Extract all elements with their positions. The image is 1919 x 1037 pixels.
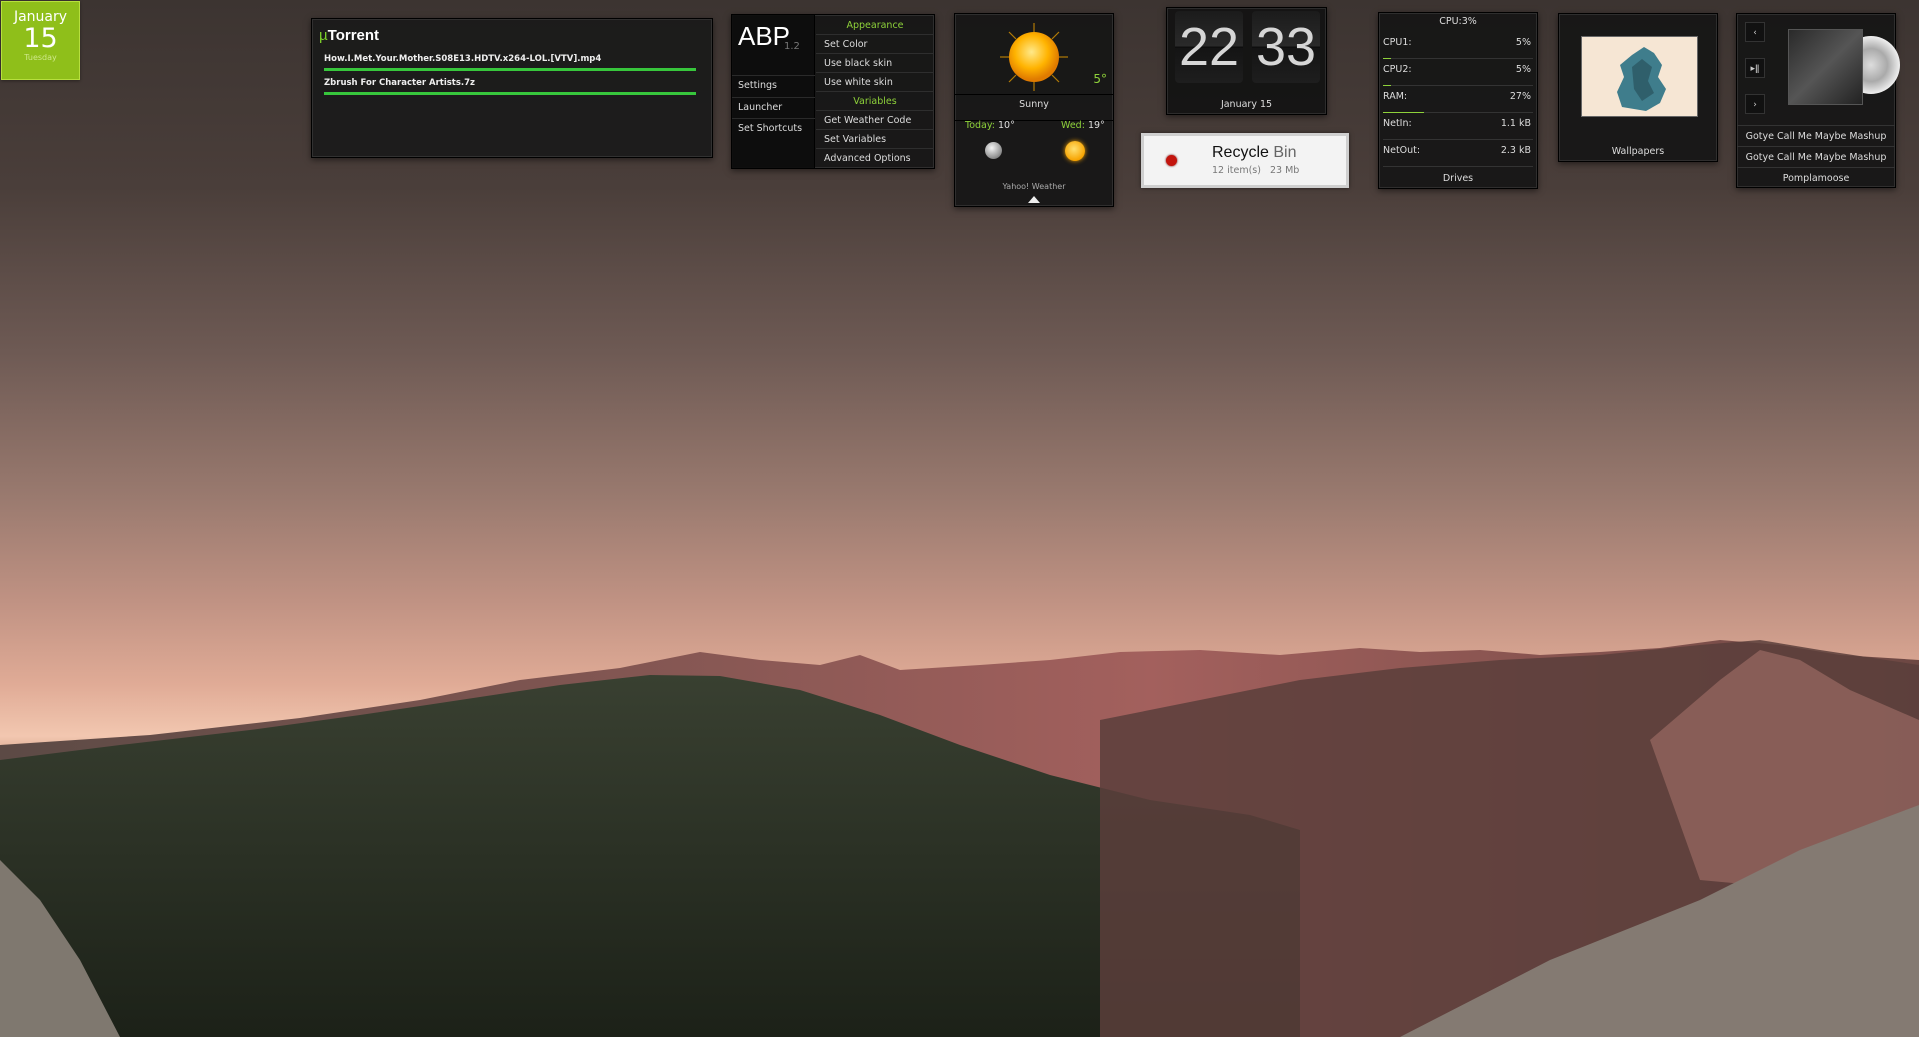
abp-variables-header: Variables (816, 92, 934, 111)
weather-source: Yahoo! Weather (1002, 182, 1066, 191)
torrent-progress-bar (324, 68, 696, 71)
weather-condition: Sunny (955, 94, 1113, 116)
previous-button[interactable]: ‹ (1745, 22, 1765, 42)
torrent-progress-bar (324, 92, 696, 95)
torrent-item[interactable]: Zbrush For Character Artists.7z (324, 78, 696, 95)
abp-appearance-header: Appearance (816, 16, 934, 35)
abp-set-color-item[interactable]: Set Color (816, 35, 934, 54)
recycle-info: 12 item(s) 23 Mb (1212, 165, 1300, 176)
clock-minute: 33 (1252, 11, 1320, 83)
next-button[interactable]: › (1745, 94, 1765, 114)
play-pause-button[interactable]: ▸ǁ (1745, 58, 1765, 78)
weather-widget[interactable]: 5° Sunny Today: 10° Wed: 19° Yahoo! Weat… (954, 13, 1114, 207)
utorrent-title: µTorrent (319, 27, 380, 44)
track-title: Gotye Call Me Maybe Mashup (1737, 125, 1895, 146)
abp-set-variables-item[interactable]: Set Variables (816, 130, 934, 149)
wallpapers-widget[interactable]: Wallpapers (1558, 13, 1718, 162)
cpu-total: CPU:3% (1439, 16, 1477, 27)
abp-settings-widget: ABP 1.2 Settings Launcher Set Shortcuts … (731, 14, 935, 169)
torrent-name: How.I.Met.Your.Mother.S08E13.HDTV.x264-L… (324, 54, 602, 64)
ram-row: RAM: 27% (1383, 91, 1533, 113)
clock-date: January 15 (1220, 99, 1273, 110)
recycle-title: Recycle Bin (1212, 144, 1297, 161)
flip-clock-widget: 22 33 January 15 (1166, 7, 1327, 115)
calendar-widget[interactable]: January 15 Tuesday (1, 1, 80, 80)
cpu2-row: CPU2: 5% (1383, 64, 1533, 86)
wallpapers-label: Wallpapers (1611, 146, 1665, 157)
abp-logo: ABP (738, 21, 791, 51)
cpu1-row: CPU1: 5% (1383, 37, 1533, 59)
music-player-widget: ‹ ▸ǁ › Gotye Call Me Maybe Mashup Gotye … (1736, 13, 1900, 188)
calendar-day: 15 (23, 23, 58, 54)
utorrent-widget[interactable]: µTorrent How.I.Met.Your.Mother.S08E13.HD… (311, 18, 713, 158)
album-art (1788, 29, 1863, 105)
wallpaper-preview-icon (1617, 47, 1666, 111)
abp-launcher-item[interactable]: Launcher (732, 97, 815, 117)
sun-icon (1000, 23, 1068, 91)
torrent-name: Zbrush For Character Artists.7z (324, 78, 476, 88)
forecast-today: Today: 10° (965, 120, 1015, 131)
calendar-weekday: Tuesday (24, 53, 57, 62)
track-album: Gotye Call Me Maybe Mashup (1737, 146, 1895, 167)
abp-shortcuts-item[interactable]: Set Shortcuts (732, 118, 815, 138)
sun-small-icon (1065, 141, 1085, 161)
forecast-wed: Wed: 19° (1061, 120, 1105, 131)
abp-advanced-options-item[interactable]: Advanced Options (816, 149, 934, 168)
drives-button[interactable]: Drives (1379, 173, 1537, 184)
torrent-item[interactable]: How.I.Met.Your.Mother.S08E13.HDTV.x264-L… (324, 54, 696, 71)
netout-row: NetOut: 2.3 kB (1383, 145, 1533, 167)
abp-black-skin-item[interactable]: Use black skin (816, 54, 934, 73)
abp-settings-item[interactable]: Settings (732, 75, 815, 95)
track-artist: Pomplamoose (1737, 167, 1895, 188)
abp-white-skin-item[interactable]: Use white skin (816, 73, 934, 92)
expand-up-icon[interactable] (1028, 196, 1040, 203)
wallpaper-thumbnail[interactable] (1581, 36, 1698, 117)
netin-row: NetIn: 1.1 kB (1383, 118, 1533, 140)
abp-version: 1.2 (784, 41, 800, 52)
moon-icon (985, 142, 1002, 159)
current-temperature: 5° (1093, 72, 1107, 86)
recycle-bin-widget[interactable]: Recycle Bin 12 item(s) 23 Mb (1141, 133, 1349, 188)
system-monitor-widget: CPU:3% CPU1: 5% CPU2: 5% RAM: 27% NetIn: 1.1… (1378, 12, 1538, 189)
abp-weather-code-item[interactable]: Get Weather Code (816, 111, 934, 130)
recycle-status-icon (1166, 155, 1177, 166)
clock-hour: 22 (1175, 11, 1243, 83)
